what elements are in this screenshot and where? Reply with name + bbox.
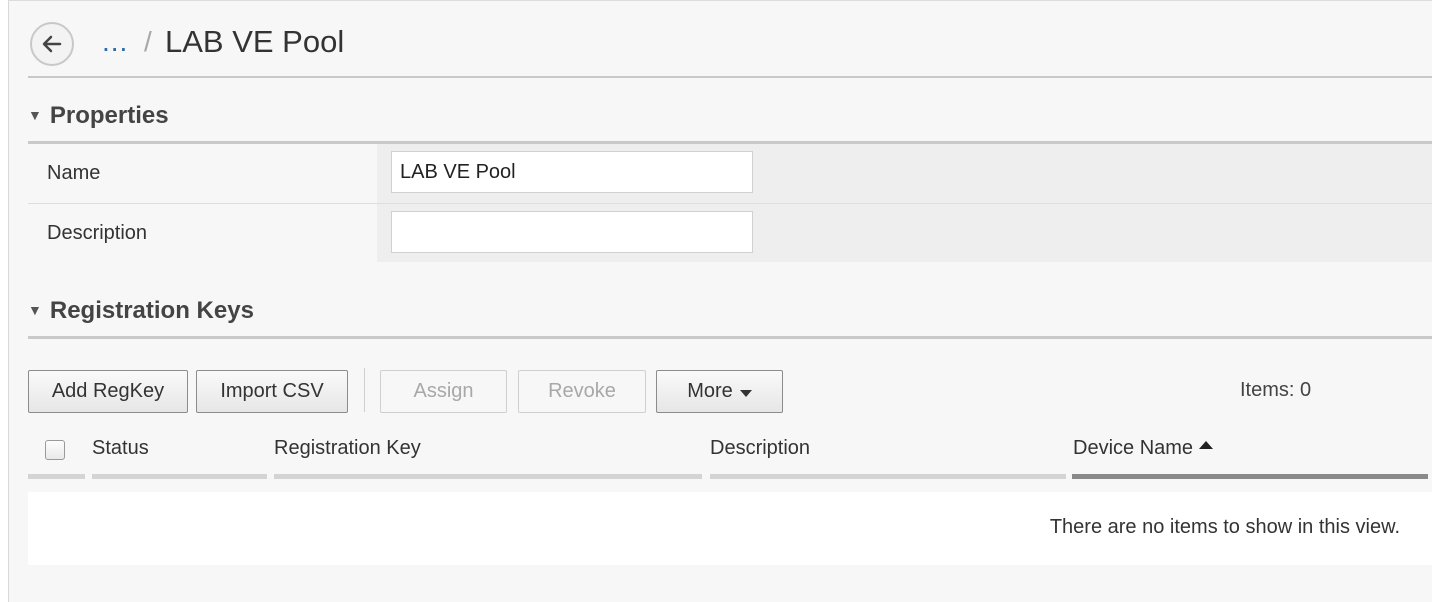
left-rail [0, 0, 9, 602]
column-header-bar-sorted [1072, 474, 1428, 479]
assign-button[interactable]: Assign [380, 370, 507, 413]
column-header-status[interactable]: Status [92, 437, 149, 460]
triangle-down-icon: ▼ [28, 302, 42, 318]
registration-keys-section-rule [28, 336, 1432, 339]
header-divider [28, 76, 1432, 78]
device-name-header-label: Device Name [1073, 437, 1194, 459]
items-count: Items: 0 [1240, 379, 1312, 401]
import-csv-button[interactable]: Import CSV [196, 370, 348, 413]
arrow-left-icon [42, 35, 62, 53]
select-all-checkbox[interactable] [45, 440, 65, 460]
column-header-device-name[interactable]: Device Name [1073, 437, 1214, 460]
revoke-button[interactable]: Revoke [518, 370, 646, 413]
breadcrumb-separator: / [144, 26, 152, 57]
description-input[interactable] [391, 211, 753, 253]
back-button[interactable] [30, 22, 74, 66]
column-header-bar [274, 474, 702, 479]
top-border [8, 0, 1432, 1]
column-header-description[interactable]: Description [710, 437, 810, 460]
row-divider [28, 203, 1432, 204]
sort-ascending-icon [1199, 441, 1214, 449]
page-title: LAB VE Pool [165, 24, 345, 59]
column-header-bar [28, 474, 85, 479]
triangle-down-icon: ▼ [28, 107, 42, 123]
column-header-registration-key[interactable]: Registration Key [274, 437, 421, 460]
more-dropdown-button[interactable]: More [656, 370, 783, 413]
description-label: Description [47, 222, 148, 244]
breadcrumb-parent-link[interactable]: ... [102, 26, 128, 58]
toolbar-separator [364, 368, 365, 412]
more-button-label: More [687, 380, 733, 402]
registration-keys-section-title: Registration Keys [49, 297, 254, 324]
empty-state-message: There are no items to show in this view. [1049, 516, 1400, 538]
registration-keys-section-header[interactable]: ▼ Registration Keys [28, 297, 254, 325]
properties-section-header[interactable]: ▼ Properties [28, 102, 169, 130]
properties-section-title: Properties [49, 102, 169, 129]
add-regkey-button[interactable]: Add RegKey [28, 370, 188, 413]
name-label: Name [47, 162, 101, 184]
column-header-bar [92, 474, 267, 479]
caret-down-icon [739, 389, 752, 397]
name-input[interactable] [391, 151, 753, 193]
table-body: There are no items to show in this view. [28, 492, 1432, 565]
column-header-bar [710, 474, 1066, 479]
